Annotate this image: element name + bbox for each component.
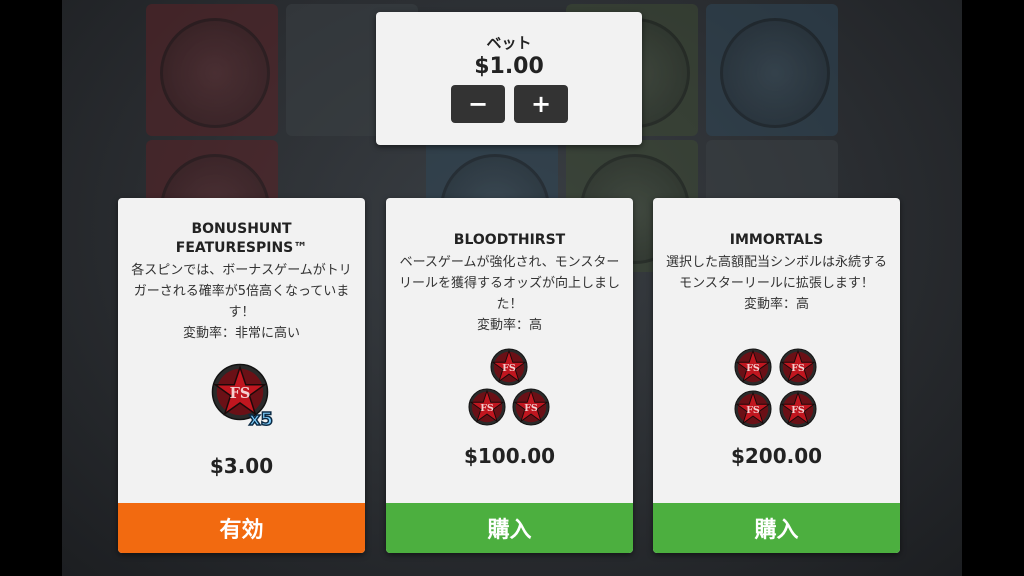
card-description: ベースゲームが強化され、モンスターリールを獲得するオッズが向上しました！ <box>398 255 620 312</box>
buy-button[interactable]: 購入 <box>386 503 633 553</box>
buy-button[interactable]: 購入 <box>653 503 900 553</box>
free-spins-badge-icon <box>512 388 550 426</box>
free-spins-badge-icon <box>779 390 817 428</box>
card-price: $100.00 <box>463 444 556 468</box>
activate-button[interactable]: 有効 <box>118 503 365 553</box>
bet-amount: $1.00 <box>474 54 544 79</box>
bet-stepper: − + <box>451 85 568 123</box>
letterbox-left <box>0 0 62 576</box>
letterbox-right <box>962 0 1024 576</box>
card-price: $200.00 <box>730 444 823 468</box>
card-volatility: 変動率：高 <box>476 318 542 333</box>
increase-bet-button[interactable]: + <box>514 85 568 123</box>
feature-card-bloodthirst: BLOODTHIRST ベースゲームが強化され、モンスターリールを獲得するオッズ… <box>386 198 633 553</box>
feature-card-immortals: IMMORTALS 選択した高額配当シンボルは永続するモンスターリールに拡張しま… <box>653 198 900 553</box>
free-spins-badge-icon <box>734 348 772 386</box>
card-title-line2: FEATURESPINS™ <box>175 240 308 256</box>
card-title: IMMORTALS <box>729 232 824 248</box>
reel-symbol-vampire <box>706 4 838 136</box>
card-volatility: 変動率：非常に高い <box>182 326 300 341</box>
free-spins-badge-icon <box>468 388 506 426</box>
card-description: 選択した高額配当シンボルは永続するモンスターリールに拡張します！ <box>665 255 887 291</box>
free-spins-badge-icon <box>490 348 528 386</box>
card-description: 各スピンでは、ボーナスゲームがトリガーされる確率が5倍高くなっています！ <box>131 263 352 320</box>
card-title: BONUSHUNT FEATURESPINS™ <box>118 220 365 258</box>
free-spins-x5-badge-icon: x5 <box>209 361 281 433</box>
card-price: $3.00 <box>209 454 274 478</box>
bet-label: ベット <box>486 34 532 52</box>
feature-card-bonushunt: BONUSHUNT FEATURESPINS™ 各スピンでは、ボーナスゲームがト… <box>118 198 365 553</box>
card-volatility: 変動率：高 <box>743 297 809 312</box>
free-spins-badge-icon <box>734 390 772 428</box>
badge-multiplier: x5 <box>249 409 273 430</box>
reel-symbol-werewolf <box>146 4 278 136</box>
card-title-line1: BONUSHUNT <box>191 221 292 237</box>
free-spins-badge-icon <box>779 348 817 386</box>
decrease-bet-button[interactable]: − <box>451 85 505 123</box>
bet-panel: ベット $1.00 − + <box>376 12 642 145</box>
card-title: BLOODTHIRST <box>453 232 566 248</box>
